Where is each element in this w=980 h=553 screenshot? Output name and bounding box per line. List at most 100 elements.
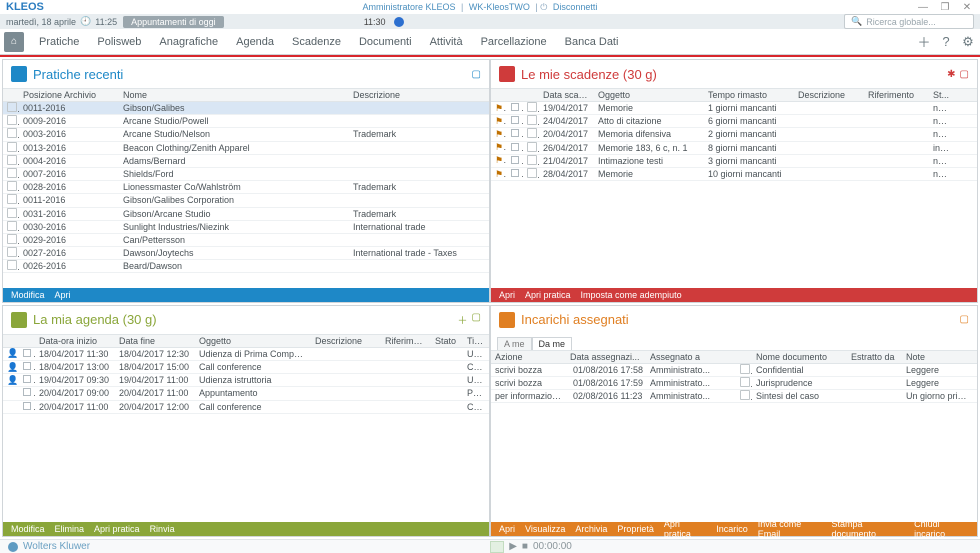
col-note[interactable]: Note — [902, 352, 977, 362]
col-descr[interactable]: Descrizione — [794, 90, 864, 100]
rec-stop-icon[interactable]: ■ — [522, 541, 528, 552]
checkbox[interactable] — [23, 362, 31, 370]
table-row[interactable]: 0030-2016Sunlight Industries/NiezinkInte… — [3, 221, 489, 234]
disconnect-link[interactable]: Disconnetti — [553, 2, 598, 12]
table-row[interactable]: 👤19/04/2017 09:3019/04/2017 11:00Udienza… — [3, 374, 489, 387]
rec-start-icon[interactable] — [490, 541, 504, 553]
col-end[interactable]: Data fine — [115, 336, 195, 346]
checkbox[interactable] — [23, 402, 31, 410]
menu-polisweb[interactable]: Polisweb — [88, 36, 150, 48]
col-doc[interactable]: Nome documento — [752, 352, 847, 362]
col-descr[interactable]: Descrizione — [349, 90, 489, 100]
table-row[interactable]: 0004-2016Adams/Bernard — [3, 155, 489, 168]
panel-expand-icon[interactable]: ▢ — [960, 69, 969, 80]
col-data[interactable]: Data assegnazi... — [566, 352, 646, 362]
checkbox[interactable] — [511, 129, 519, 137]
table-row[interactable]: ⚑20/04/2017Memoria difensiva2 giorni man… — [491, 128, 977, 141]
home-button[interactable]: ⌂ — [4, 32, 24, 52]
window-minimize-icon[interactable]: — — [916, 2, 930, 13]
menu-banca dati[interactable]: Banca Dati — [556, 36, 628, 48]
menu-attività[interactable]: Attività — [421, 36, 472, 48]
blue-dot-icon[interactable] — [394, 17, 404, 27]
checkbox[interactable] — [511, 116, 519, 124]
table-row[interactable]: 0007-2016Shields/Ford — [3, 168, 489, 181]
action-chiudi-incarico[interactable]: Chiudi incarico — [914, 519, 969, 539]
checkbox[interactable] — [23, 349, 31, 357]
action-archivia[interactable]: Archivia — [575, 524, 607, 534]
add-icon[interactable]: ＋ — [916, 32, 932, 51]
table-row[interactable]: 0011-2016Gibson/Galibes — [3, 102, 489, 115]
table-row[interactable]: 👤18/04/2017 11:3018/04/2017 12:30Udienza… — [3, 348, 489, 361]
action-modifica[interactable]: Modifica — [11, 290, 45, 300]
col-assegn[interactable]: Assegnato a — [646, 352, 736, 362]
table-row[interactable]: 0003-2016Arcane Studio/NelsonTrademark — [3, 128, 489, 141]
table-row[interactable]: 20/04/2017 09:0020/04/2017 11:00Appuntam… — [3, 387, 489, 400]
table-row[interactable]: 0027-2016Dawson/JoytechsInternational tr… — [3, 247, 489, 260]
table-row[interactable]: 0011-2016Gibson/Galibes Corporation — [3, 194, 489, 207]
table-row[interactable]: ⚑19/04/2017Memorie1 giorni mancantino... — [491, 102, 977, 115]
col-stato[interactable]: St... — [929, 90, 954, 100]
menu-scadenze[interactable]: Scadenze — [283, 36, 350, 48]
menu-parcellazione[interactable]: Parcellazione — [472, 36, 556, 48]
table-row[interactable]: per informazione02/08/2016 11:23Amminist… — [491, 390, 977, 403]
panel-expand-icon[interactable]: ▢ — [472, 69, 481, 80]
action-proprietà[interactable]: Proprietà — [617, 524, 654, 534]
action-apri[interactable]: Apri — [499, 290, 515, 300]
rec-play-icon[interactable]: ▶ — [509, 541, 517, 552]
menu-agenda[interactable]: Agenda — [227, 36, 283, 48]
col-rif[interactable]: Riferimento — [381, 336, 431, 346]
col-nome[interactable]: Nome — [119, 90, 349, 100]
col-stato[interactable]: Stato — [431, 336, 463, 346]
tab-a-me[interactable]: A me — [497, 337, 532, 350]
action-elimina[interactable]: Elimina — [55, 524, 85, 534]
table-row[interactable]: 20/04/2017 11:0020/04/2017 12:00Call con… — [3, 401, 489, 414]
checkbox[interactable] — [511, 169, 519, 177]
action-stampa-documento[interactable]: Stampa documento — [832, 519, 905, 539]
col-descr[interactable]: Descrizione — [311, 336, 381, 346]
global-search[interactable]: 🔍Ricerca globale... — [844, 14, 974, 29]
col-data[interactable]: Data scad... — [539, 90, 594, 100]
action-apri-pratica[interactable]: Apri pratica — [664, 519, 706, 539]
panel-expand-icon[interactable]: ▢ — [472, 312, 481, 327]
table-row[interactable]: ⚑21/04/2017Intimazione testi3 giorni man… — [491, 155, 977, 168]
col-estr[interactable]: Estratto da — [847, 352, 902, 362]
col-archivio[interactable]: Posizione Archivio — [19, 90, 119, 100]
table-row[interactable]: ⚑24/04/2017Atto di citazione6 giorni man… — [491, 115, 977, 128]
table-row[interactable]: scrivi bozza01/08/2016 17:58Amministrato… — [491, 364, 977, 377]
window-close-icon[interactable]: ✕ — [960, 2, 974, 13]
action-rinvia[interactable]: Rinvia — [150, 524, 175, 534]
table-row[interactable]: 0031-2016Gibson/Arcane StudioTrademark — [3, 208, 489, 221]
checkbox[interactable] — [511, 143, 519, 151]
panel-expand-icon[interactable]: ▢ — [960, 314, 969, 325]
gear-icon[interactable]: ⚙ — [960, 34, 976, 50]
col-tipo[interactable]: Tip... — [463, 336, 489, 346]
action-modifica[interactable]: Modifica — [11, 524, 45, 534]
table-row[interactable]: scrivi bozza01/08/2016 17:59Amministrato… — [491, 377, 977, 390]
ws-link[interactable]: WK-KleosTWO — [469, 2, 530, 12]
col-oggetto[interactable]: Oggetto — [195, 336, 311, 346]
action-apri-pratica[interactable]: Apri pratica — [94, 524, 140, 534]
col-tempo[interactable]: Tempo rimasto — [704, 90, 794, 100]
action-apri[interactable]: Apri — [55, 290, 71, 300]
table-row[interactable]: ⚑26/04/2017Memorie 183, 6 c, n. 18 giorn… — [491, 142, 977, 155]
table-row[interactable]: 👤18/04/2017 13:0018/04/2017 15:00Call co… — [3, 361, 489, 374]
menu-documenti[interactable]: Documenti — [350, 36, 421, 48]
checkbox[interactable] — [23, 375, 31, 383]
action-visualizza[interactable]: Visualizza — [525, 524, 565, 534]
col-start[interactable]: Data-ora inizio — [35, 336, 115, 346]
action-incarico[interactable]: Incarico — [716, 524, 748, 534]
table-row[interactable]: 0013-2016Beacon Clothing/Zenith Apparel — [3, 142, 489, 155]
action-invia-come-email[interactable]: Invia come Email — [758, 519, 822, 539]
checkbox[interactable] — [511, 103, 519, 111]
menu-anagrafiche[interactable]: Anagrafiche — [150, 36, 227, 48]
action-imposta-come-adempiuto[interactable]: Imposta come adempiuto — [581, 290, 682, 300]
menu-pratiche[interactable]: Pratiche — [30, 36, 88, 48]
checkbox[interactable] — [23, 388, 31, 396]
table-row[interactable]: 0028-2016Lionessmaster Co/WahlströmTrade… — [3, 181, 489, 194]
panel-add-icon[interactable]: ＋ — [458, 312, 468, 327]
action-apri-pratica[interactable]: Apri pratica — [525, 290, 571, 300]
checkbox[interactable] — [511, 156, 519, 164]
col-oggetto[interactable]: Oggetto — [594, 90, 704, 100]
tab-da-me[interactable]: Da me — [532, 337, 573, 350]
panel-gear-icon[interactable]: ✱ — [947, 69, 955, 80]
